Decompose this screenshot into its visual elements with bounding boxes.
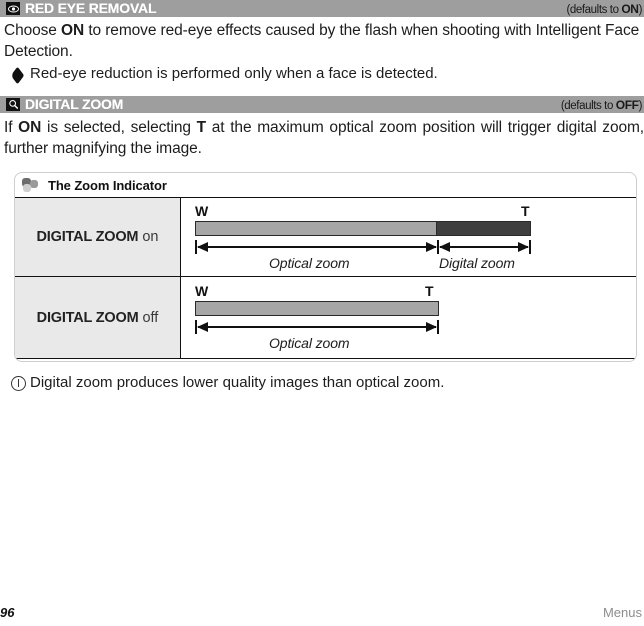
page-number: 96 (0, 605, 15, 620)
wide-label: W (195, 283, 209, 299)
tipbox-title: The Zoom Indicator (48, 177, 167, 193)
magnifier-icon (6, 98, 20, 111)
default-prefix: (defaults to (566, 3, 622, 16)
row-label-digital-zoom-off: DIGITAL ZOOM off (15, 277, 181, 358)
tele-label: T (521, 203, 530, 219)
zoom-diagram-off: W T Optical zoom (181, 277, 636, 358)
zoom-bar-off (195, 301, 439, 316)
zoom-diagram-on: W T Optical zoom Digital zoom (181, 198, 636, 276)
default-value: ON (621, 1, 639, 16)
default-suffix: ) (638, 3, 643, 16)
three-dots-icon (22, 177, 42, 193)
zoom-bar-segment-digital (435, 222, 530, 235)
caution-note: Digital zoom produces lower quality imag… (10, 373, 630, 394)
default-suffix: ) (638, 99, 643, 112)
measure-optical-on (195, 240, 439, 254)
note-text: Red-eye reduction is performed only when… (30, 65, 438, 82)
table-row: DIGITAL ZOOM on W T Optical zoom Digital… (15, 198, 636, 277)
row-label-state: on (142, 229, 159, 245)
eye-icon (6, 2, 20, 15)
table-row: DIGITAL ZOOM off W T Optical zoom (15, 277, 636, 359)
measure-digital-on (437, 240, 531, 254)
row-label-state: off (142, 309, 159, 326)
measure-optical-off (195, 320, 439, 334)
tag-bullet-icon (10, 64, 30, 85)
section-header-red-eye-removal: RED EYE REMOVAL (defaults to ON) (0, 0, 644, 17)
section-default-value: (defaults to ON) (566, 2, 642, 16)
section-title: DIGITAL ZOOM (25, 96, 124, 112)
row-label-bold: DIGITAL ZOOM (36, 229, 139, 245)
default-prefix: (defaults to (560, 99, 616, 112)
row-label-bold: DIGITAL ZOOM (36, 309, 139, 326)
wide-label: W (195, 203, 209, 219)
footer-section-label: Menus (602, 605, 642, 620)
zoom-indicator-tipbox: The Zoom Indicator DIGITAL ZOOM on W T O… (14, 172, 637, 362)
zoom-bar-on (195, 221, 531, 236)
zoom-bar-segment-optical (196, 222, 436, 235)
measure-label-optical: Optical zoom (269, 255, 350, 271)
tele-label: T (425, 283, 434, 299)
caution-icon (10, 373, 30, 394)
zoom-indicator-table: DIGITAL ZOOM on W T Optical zoom Digital… (15, 197, 636, 359)
measure-label-digital: Digital zoom (439, 255, 515, 271)
red-eye-removal-note: Red-eye reduction is performed only when… (10, 64, 630, 85)
caution-text: Digital zoom produces lower quality imag… (30, 374, 445, 391)
default-value: OFF (615, 97, 639, 112)
section-default-value: (defaults to OFF) (560, 97, 643, 112)
tipbox-header: The Zoom Indicator (15, 173, 636, 197)
row-label-digital-zoom-on: DIGITAL ZOOM on (15, 198, 181, 276)
zoom-bar-segment-optical (196, 302, 438, 315)
red-eye-removal-body: Choose ON to remove red-eye effects caus… (4, 22, 640, 60)
measure-label-optical: Optical zoom (269, 335, 350, 351)
section-title: RED EYE REMOVAL (25, 0, 157, 16)
digital-zoom-body: If ON is selected, selecting T at the ma… (4, 119, 644, 157)
section-header-digital-zoom: DIGITAL ZOOM (defaults to OFF) (0, 96, 644, 113)
